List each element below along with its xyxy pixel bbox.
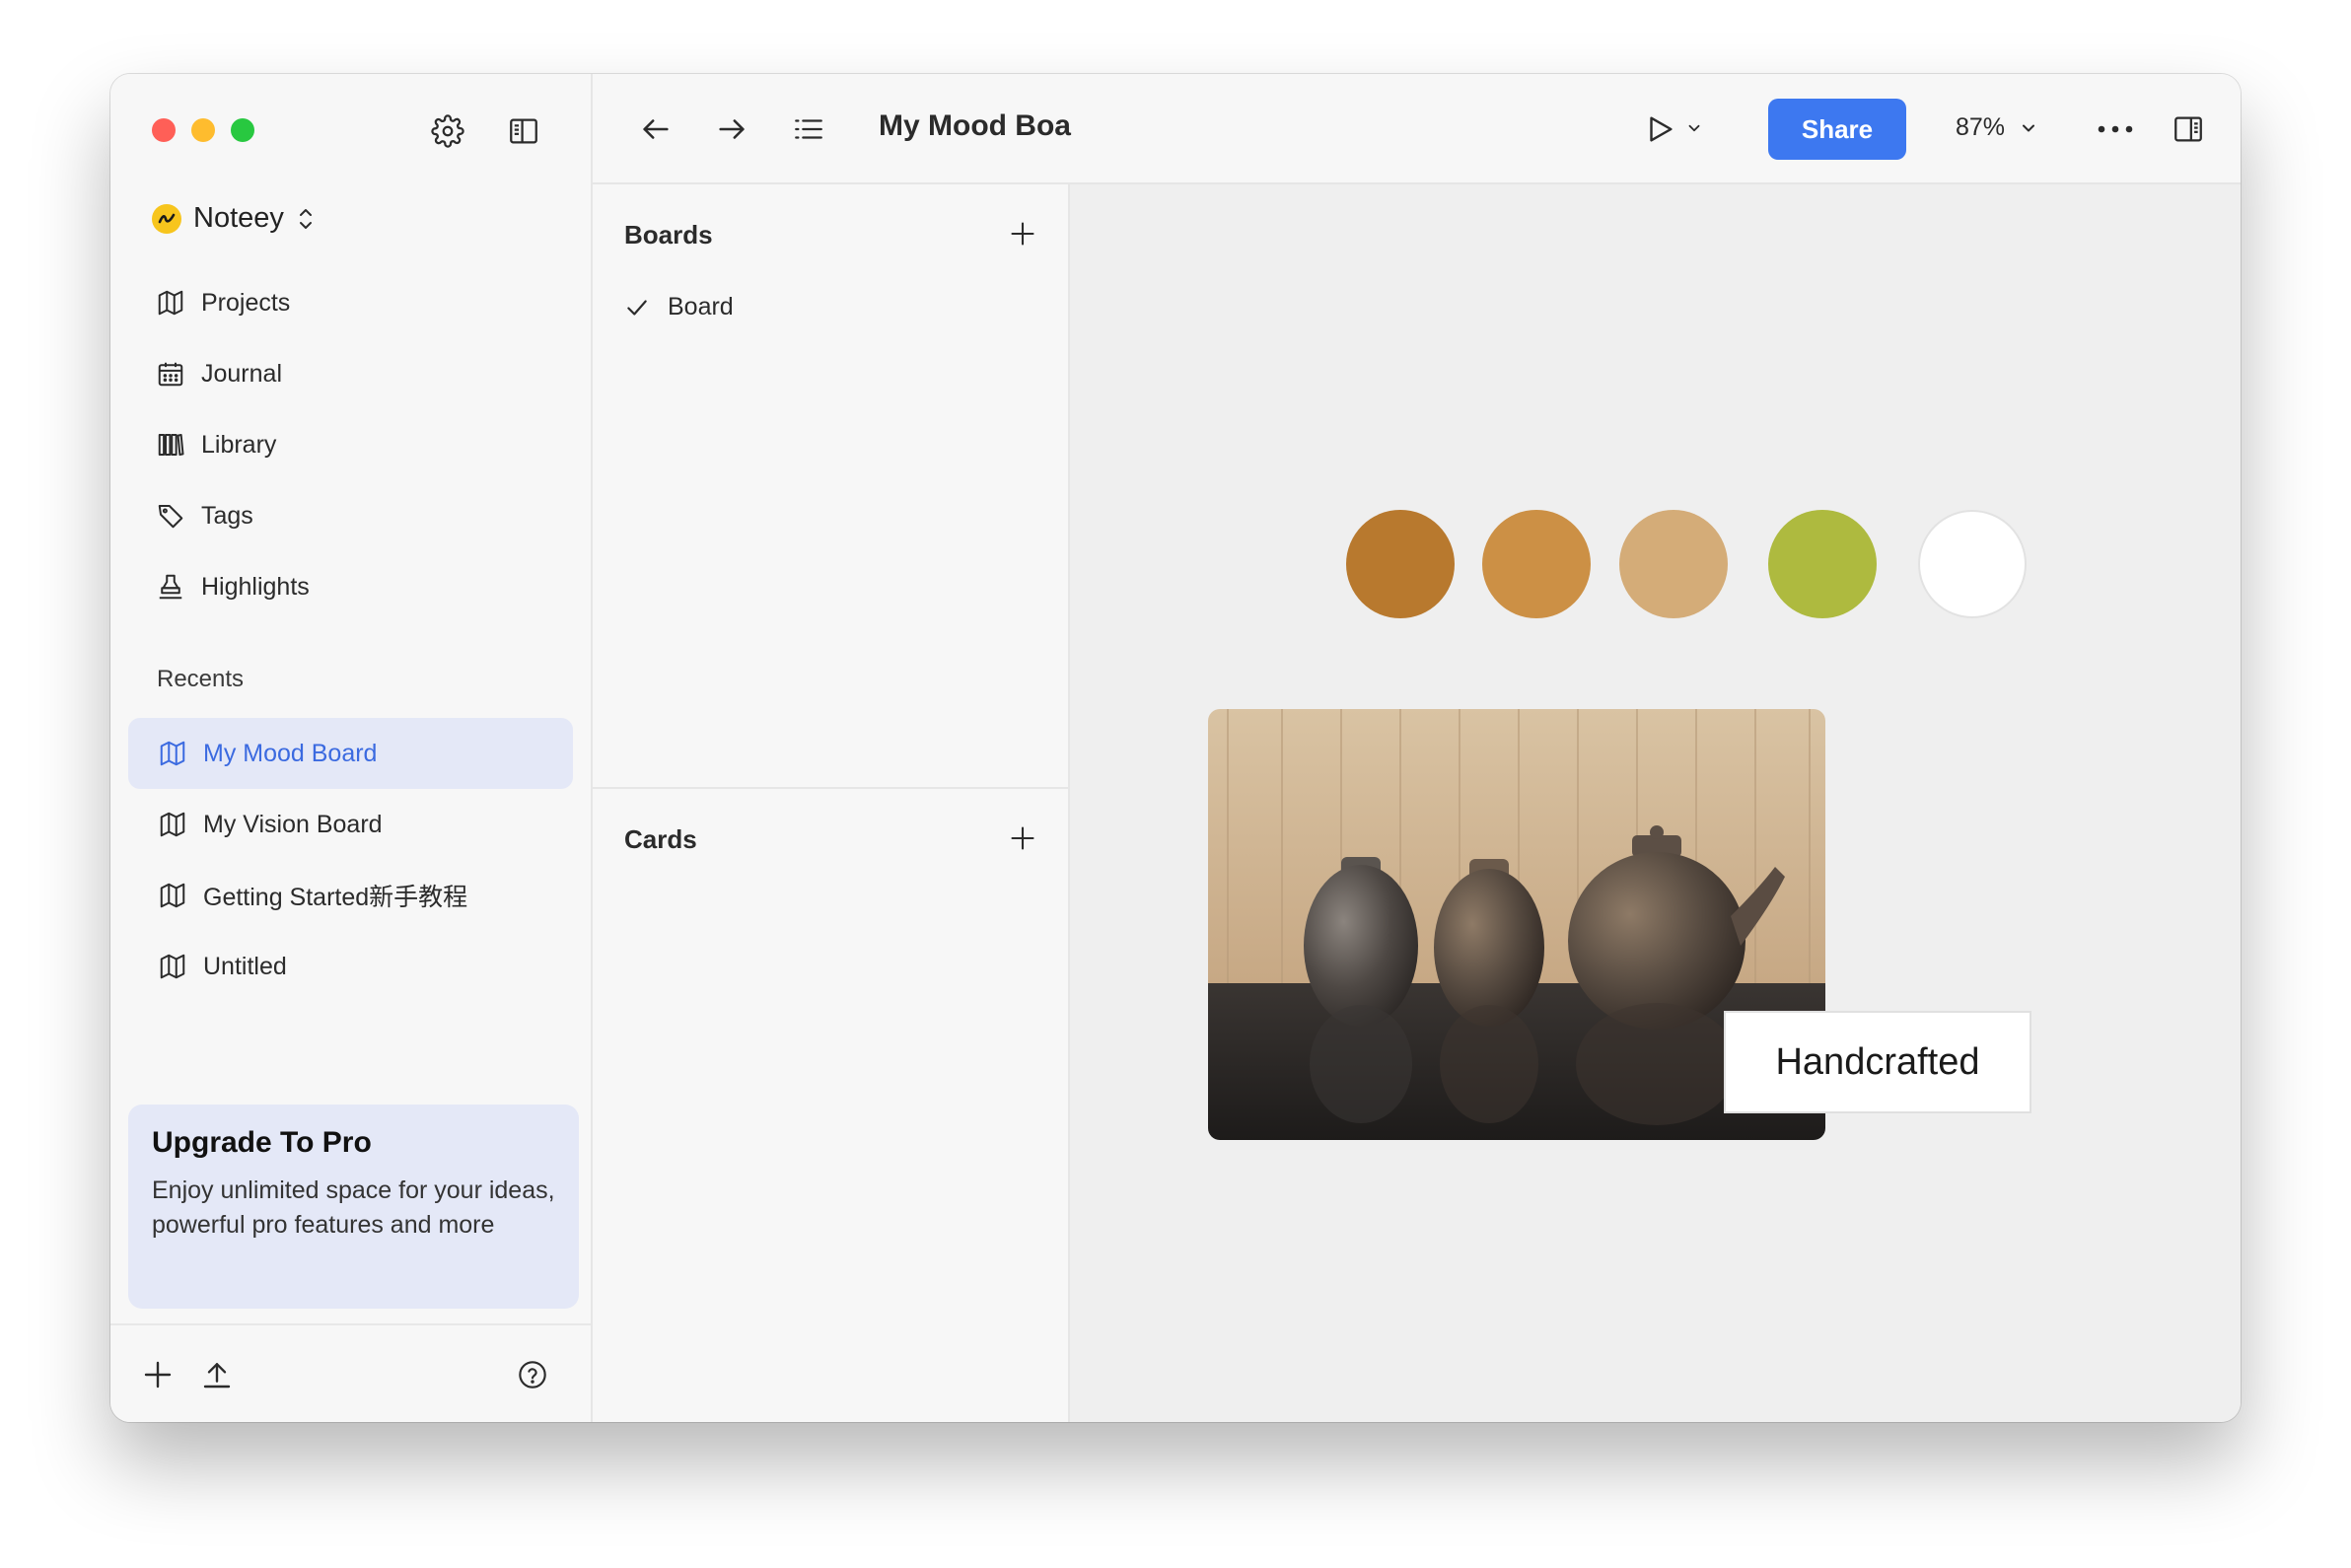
calendar-icon	[158, 362, 183, 387]
sidebar-item-projects[interactable]: Projects	[110, 267, 591, 338]
sidebar-item-label: Projects	[201, 288, 291, 317]
present-options-button[interactable]	[1681, 113, 1707, 143]
share-button[interactable]: Share	[1768, 99, 1906, 160]
board-canvas[interactable]: Handcrafted	[1070, 184, 2241, 1422]
color-swatch[interactable]	[1482, 510, 1591, 618]
play-icon	[1650, 116, 1673, 142]
sidebar-item-highlights[interactable]: Highlights	[110, 551, 591, 622]
upgrade-title: Upgrade To Pro	[152, 1126, 372, 1159]
sidebar-item-label: Journal	[201, 359, 282, 388]
add-card-button[interactable]	[1005, 820, 1040, 856]
add-button[interactable]	[138, 1355, 178, 1394]
toggle-sidebar-button[interactable]	[504, 111, 543, 151]
boards-panel: Boards Board Cards	[593, 184, 1070, 1422]
add-board-button[interactable]	[1005, 216, 1040, 251]
recent-item-label: My Vision Board	[203, 810, 383, 838]
app-window: Noteey Projects Journal Library Tags Hig…	[110, 74, 2241, 1422]
window-controls	[152, 118, 254, 142]
upgrade-description: Enjoy unlimited space for your ideas, po…	[152, 1176, 555, 1239]
map-icon	[160, 812, 185, 837]
sidebar-panel-icon	[510, 118, 537, 144]
map-icon	[160, 883, 185, 908]
sidebar-item-label: Tags	[201, 501, 253, 530]
zoom-window-button[interactable]	[231, 118, 254, 142]
recent-item-my-mood-board[interactable]: My Mood Board	[128, 718, 573, 789]
main-nav: Projects Journal Library Tags Highlights	[110, 267, 591, 622]
zoom-level: 87%	[1956, 113, 2006, 141]
tag-icon	[158, 505, 183, 529]
map-icon	[158, 290, 183, 316]
chevron-down-icon	[2023, 124, 2035, 131]
more-options-button[interactable]	[2093, 109, 2138, 149]
right-panel-icon	[2174, 116, 2202, 142]
workspace-logo-icon	[152, 203, 181, 234]
color-swatch[interactable]	[1346, 510, 1455, 618]
list-icon	[795, 119, 822, 139]
more-horizontal-icon	[2098, 125, 2133, 133]
recent-item-untitled[interactable]: Untitled	[128, 931, 573, 1002]
color-swatch[interactable]	[1768, 510, 1877, 618]
color-swatch[interactable]	[1918, 510, 2027, 618]
board-item[interactable]: Board	[624, 293, 734, 321]
boards-heading: Boards	[624, 220, 713, 249]
upgrade-card[interactable]: Upgrade To Pro Enjoy unlimited space for…	[128, 1105, 579, 1309]
checkmark-icon	[627, 299, 647, 316]
arrow-left-icon	[643, 119, 669, 139]
workspace-switcher[interactable]: Noteey	[152, 202, 316, 235]
recents-heading: Recents	[157, 666, 245, 692]
minimize-window-button[interactable]	[191, 118, 215, 142]
sidebar-footer	[110, 1323, 591, 1422]
recent-item-getting-started[interactable]: Getting Started新手教程	[128, 860, 573, 931]
upload-icon	[203, 1363, 231, 1389]
workspace-name: Noteey	[193, 202, 284, 234]
recent-item-my-vision-board[interactable]: My Vision Board	[128, 789, 573, 860]
page-title[interactable]: My Mood Boa	[879, 109, 1071, 143]
gear-icon	[431, 114, 464, 148]
recents-list: My Mood Board My Vision Board Getting St…	[110, 718, 591, 1002]
panel-divider	[593, 787, 1068, 789]
toggle-inspector-button[interactable]	[2169, 109, 2208, 149]
help-circle-icon	[519, 1361, 546, 1389]
forward-button[interactable]	[712, 109, 751, 149]
sidebar: Noteey Projects Journal Library Tags Hig…	[110, 74, 593, 1422]
help-button[interactable]	[513, 1355, 552, 1394]
recent-item-label: My Mood Board	[203, 739, 378, 767]
back-button[interactable]	[636, 109, 676, 149]
sidebar-item-label: Library	[201, 430, 277, 459]
cards-heading: Cards	[624, 824, 697, 854]
close-window-button[interactable]	[152, 118, 176, 142]
highlighter-icon	[159, 574, 182, 600]
chevron-up-down-icon	[299, 208, 312, 229]
chevron-down-icon	[1688, 124, 1700, 132]
sidebar-item-tags[interactable]: Tags	[110, 480, 591, 551]
recent-item-label: Untitled	[203, 952, 287, 980]
map-icon	[160, 954, 185, 979]
recent-item-label: Getting Started新手教程	[203, 884, 468, 911]
import-button[interactable]	[197, 1355, 237, 1394]
color-swatch[interactable]	[1619, 510, 1728, 618]
zoom-control[interactable]: 87%	[1956, 113, 2038, 142]
caption-card[interactable]: Handcrafted	[1724, 1011, 2031, 1113]
arrow-right-icon	[719, 119, 745, 139]
plus-icon	[1011, 826, 1034, 850]
sidebar-item-label: Highlights	[201, 572, 310, 601]
plus-icon	[1011, 222, 1034, 246]
present-button[interactable]	[1640, 107, 1679, 152]
settings-button[interactable]	[428, 111, 467, 151]
outline-button[interactable]	[789, 109, 828, 149]
board-item-label: Board	[668, 293, 734, 321]
map-icon	[160, 741, 185, 766]
library-icon	[158, 434, 184, 456]
sidebar-item-library[interactable]: Library	[110, 409, 591, 480]
sidebar-item-journal[interactable]: Journal	[110, 338, 591, 409]
plus-icon	[144, 1361, 172, 1389]
toolbar: My Mood Boa Share 87%	[593, 74, 2241, 184]
